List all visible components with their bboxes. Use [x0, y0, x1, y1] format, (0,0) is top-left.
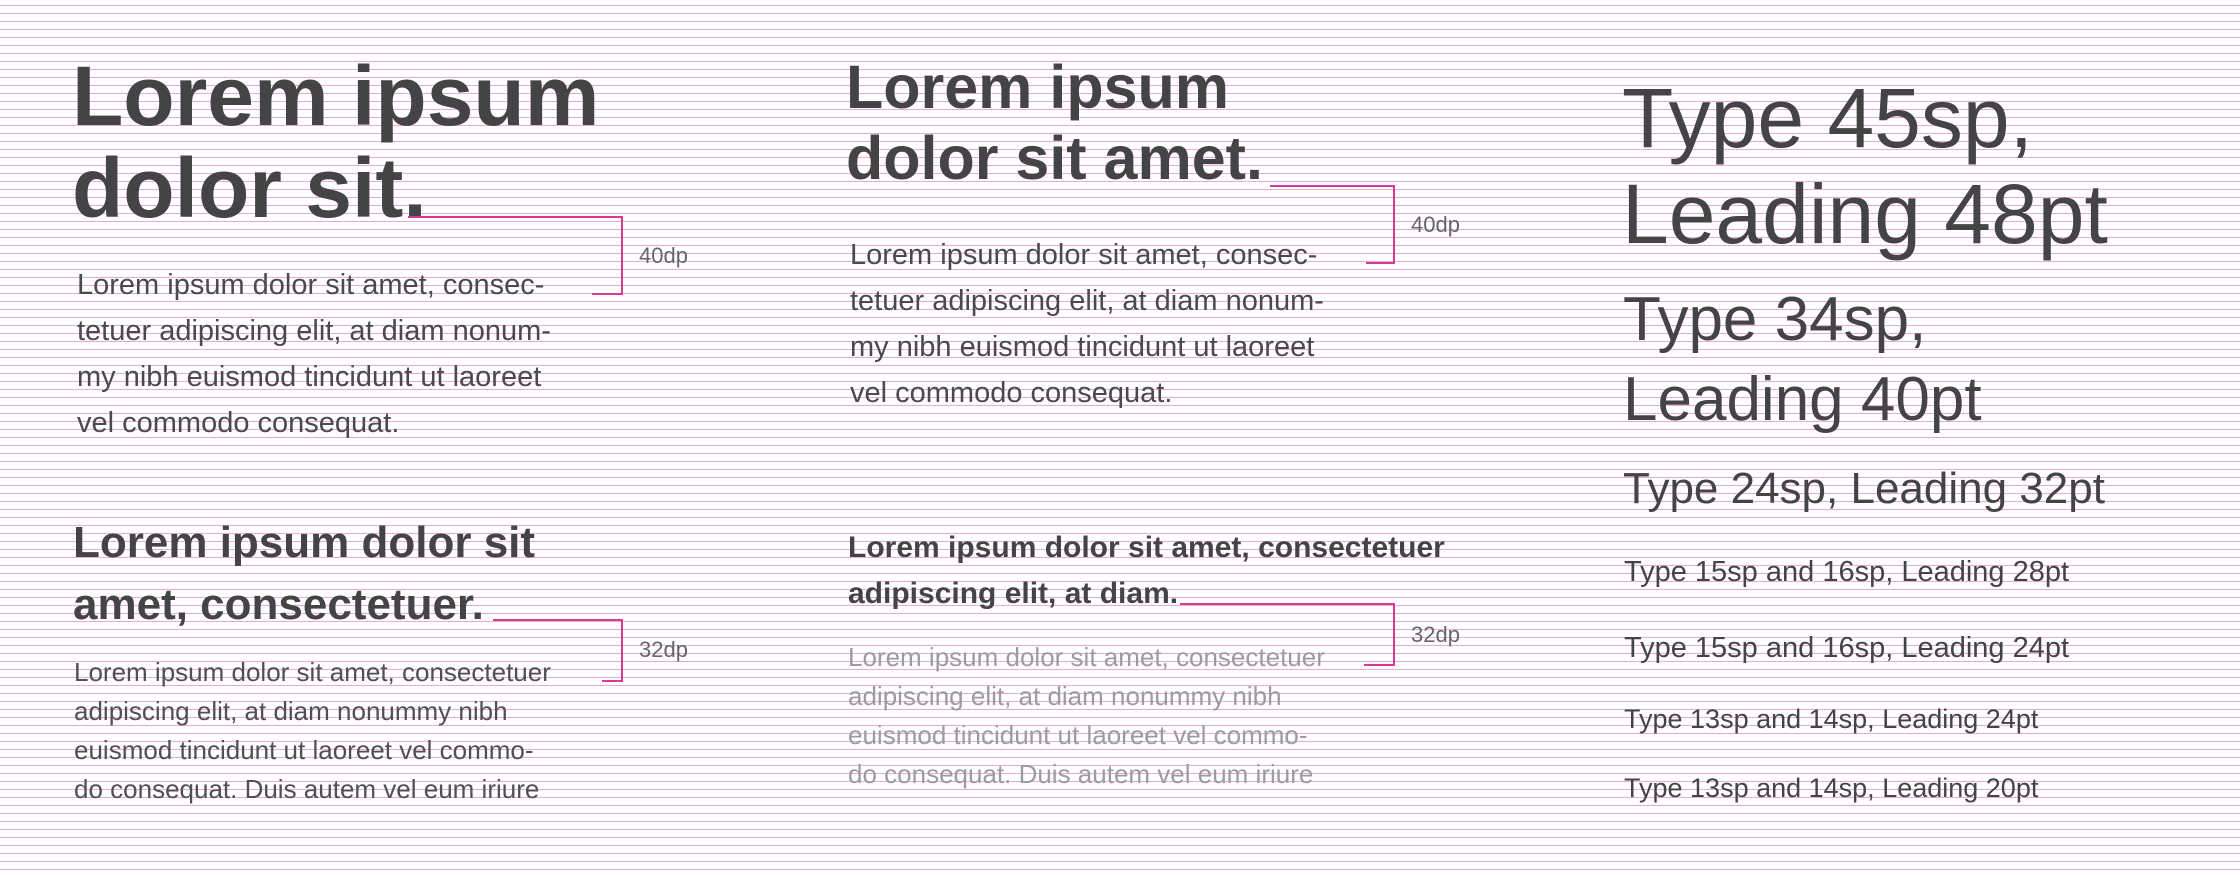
spacing-bracket-32dp — [1180, 603, 1395, 666]
spacing-bracket-32dp — [493, 619, 623, 682]
spacing-brackets — [408, 185, 1395, 682]
spacing-bracket-40dp — [408, 216, 623, 295]
spacing-bracket-40dp — [1270, 185, 1395, 264]
